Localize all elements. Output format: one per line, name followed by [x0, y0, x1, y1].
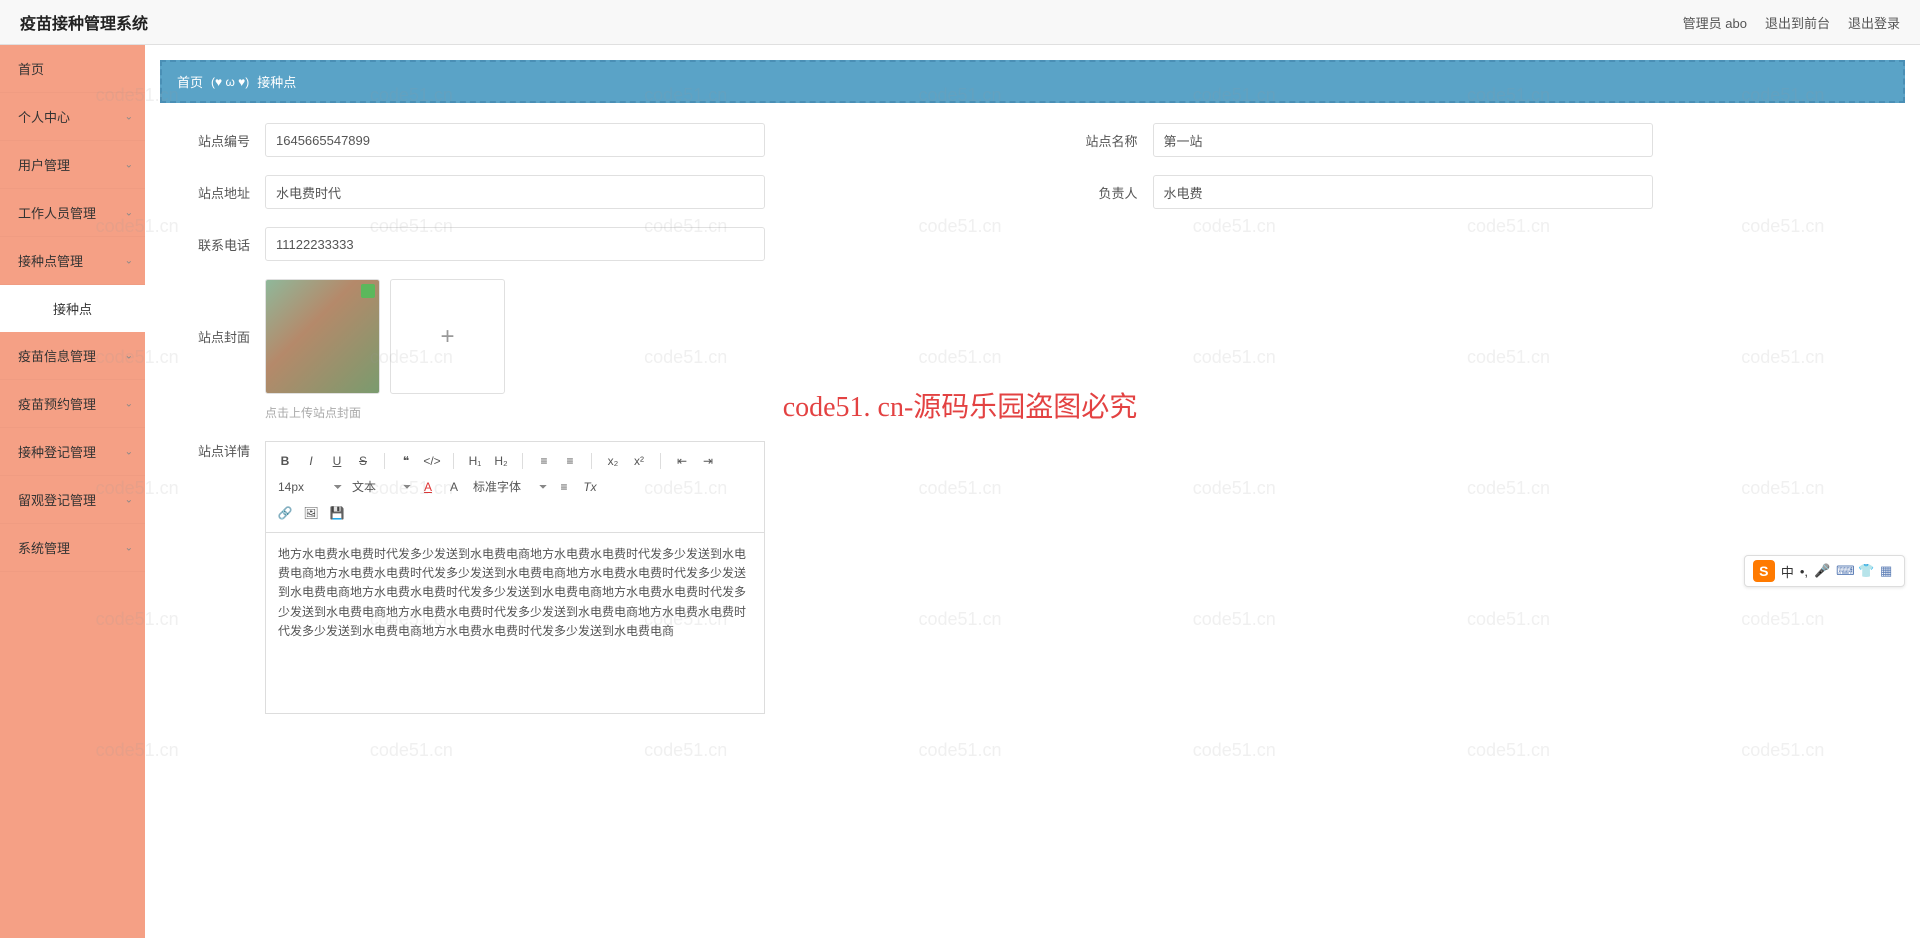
- editor-content[interactable]: 地方水电费水电费时代发多少发送到水电费电商地方水电费水电费时代发多少发送到水电费…: [266, 533, 764, 713]
- topbar: 疫苗接种管理系统 管理员 abo 退出到前台 退出登录: [0, 0, 1920, 45]
- ime-bar[interactable]: S 中 •, 🎤 ⌨ 👕 ▦: [1744, 555, 1905, 587]
- h1-button[interactable]: H₁: [464, 451, 486, 471]
- site-addr-label: 站点地址: [175, 183, 250, 202]
- sidebar-item-system[interactable]: 系统管理⌄: [0, 524, 145, 572]
- logout-link[interactable]: 退出登录: [1848, 13, 1900, 32]
- breadcrumb-home[interactable]: 首页: [177, 72, 203, 91]
- sidebar-item-register[interactable]: 接种登记管理⌄: [0, 428, 145, 476]
- sidebar-item-users[interactable]: 用户管理⌄: [0, 141, 145, 189]
- sidebar-item-vaccine-info[interactable]: 疫苗信息管理⌄: [0, 332, 145, 380]
- breadcrumb: 首页 (♥ ω ♥) 接种点: [160, 60, 1905, 103]
- chevron-down-icon: ⌄: [125, 350, 133, 361]
- goto-frontend-link[interactable]: 退出到前台: [1765, 13, 1830, 32]
- rich-editor: B I U S ❝ </> H₁ H₂ ≡ ≡: [265, 441, 765, 714]
- top-right-nav: 管理员 abo 退出到前台 退出登录: [1683, 13, 1900, 32]
- chevron-down-icon: ⌄: [125, 542, 133, 553]
- site-form: 站点编号 站点名称 站点地址 负责人: [160, 123, 1905, 714]
- code-button[interactable]: </>: [421, 451, 443, 471]
- h2-button[interactable]: H₂: [490, 451, 512, 471]
- owner-input[interactable]: [1153, 175, 1653, 209]
- sogou-icon: S: [1753, 560, 1775, 582]
- cover-thumbnail[interactable]: [265, 279, 380, 394]
- site-name-input[interactable]: [1153, 123, 1653, 157]
- shirt-icon[interactable]: 👕: [1858, 563, 1874, 579]
- clear-format-button[interactable]: Tx: [579, 477, 601, 497]
- chevron-down-icon: ⌄: [125, 398, 133, 409]
- bgcolor-button[interactable]: A: [443, 477, 465, 497]
- cover-label: 站点封面: [175, 279, 250, 346]
- sup-button[interactable]: x²: [628, 451, 650, 471]
- bold-button[interactable]: B: [274, 451, 296, 471]
- ime-lang[interactable]: 中: [1781, 562, 1794, 581]
- site-id-label: 站点编号: [175, 131, 250, 150]
- main-content: 首页 (♥ ω ♥) 接种点 站点编号 站点名称 站点地址: [145, 45, 1920, 938]
- breadcrumb-current: 接种点: [257, 72, 296, 91]
- grid-icon[interactable]: ▦: [1880, 563, 1896, 579]
- chevron-down-icon: ⌄: [125, 494, 133, 505]
- sidebar-item-profile[interactable]: 个人中心⌄: [0, 93, 145, 141]
- owner-label: 负责人: [1063, 183, 1138, 202]
- sidebar-item-staff[interactable]: 工作人员管理⌄: [0, 189, 145, 237]
- sidebar-item-home[interactable]: 首页: [0, 45, 145, 93]
- phone-input[interactable]: [265, 227, 765, 261]
- paragraph-select[interactable]: 文本: [348, 478, 413, 496]
- align-button[interactable]: ≡: [553, 477, 575, 497]
- image-button[interactable]: 🖼: [300, 503, 322, 523]
- heart-icon: (♥ ω ♥): [211, 75, 249, 89]
- outdent-button[interactable]: ⇥: [697, 451, 719, 471]
- site-id-input[interactable]: [265, 123, 765, 157]
- chevron-down-icon: ⌄: [125, 207, 133, 218]
- detail-label: 站点详情: [175, 441, 250, 460]
- fontcolor-button[interactable]: A: [417, 477, 439, 497]
- ul-button[interactable]: ≡: [559, 451, 581, 471]
- ol-button[interactable]: ≡: [533, 451, 555, 471]
- quote-button[interactable]: ❝: [395, 451, 417, 471]
- chevron-down-icon: ⌄: [125, 111, 133, 122]
- editor-toolbar: B I U S ❝ </> H₁ H₂ ≡ ≡: [266, 442, 764, 533]
- fontfamily-select[interactable]: 标准字体: [469, 478, 549, 496]
- link-button[interactable]: 🔗: [274, 503, 296, 523]
- upload-hint: 点击上传站点封面: [265, 404, 1890, 421]
- sidebar: 首页 个人中心⌄ 用户管理⌄ 工作人员管理⌄ 接种点管理⌄ 接种点 疫苗信息管理…: [0, 45, 145, 938]
- phone-label: 联系电话: [175, 235, 250, 254]
- keyboard-icon[interactable]: ⌨: [1836, 563, 1852, 579]
- chevron-down-icon: ⌄: [125, 159, 133, 170]
- save-button[interactable]: 💾: [326, 503, 348, 523]
- app-title: 疫苗接种管理系统: [20, 10, 148, 34]
- italic-button[interactable]: I: [300, 451, 322, 471]
- indent-button[interactable]: ⇤: [671, 451, 693, 471]
- ime-sep-icon: •,: [1800, 564, 1808, 579]
- fontsize-select[interactable]: 14px: [274, 478, 344, 496]
- chevron-down-icon: ⌄: [125, 446, 133, 457]
- sidebar-sub-site[interactable]: 接种点: [0, 285, 145, 332]
- sidebar-item-observe[interactable]: 留观登记管理⌄: [0, 476, 145, 524]
- site-addr-input[interactable]: [265, 175, 765, 209]
- sidebar-item-sites[interactable]: 接种点管理⌄: [0, 237, 145, 285]
- admin-label[interactable]: 管理员 abo: [1683, 13, 1747, 32]
- strike-button[interactable]: S: [352, 451, 374, 471]
- mic-icon[interactable]: 🎤: [1814, 563, 1830, 579]
- site-name-label: 站点名称: [1063, 131, 1138, 150]
- sidebar-item-appointment[interactable]: 疫苗预约管理⌄: [0, 380, 145, 428]
- sub-button[interactable]: x₂: [602, 451, 624, 471]
- underline-button[interactable]: U: [326, 451, 348, 471]
- add-image-button[interactable]: +: [390, 279, 505, 394]
- chevron-down-icon: ⌄: [125, 255, 133, 266]
